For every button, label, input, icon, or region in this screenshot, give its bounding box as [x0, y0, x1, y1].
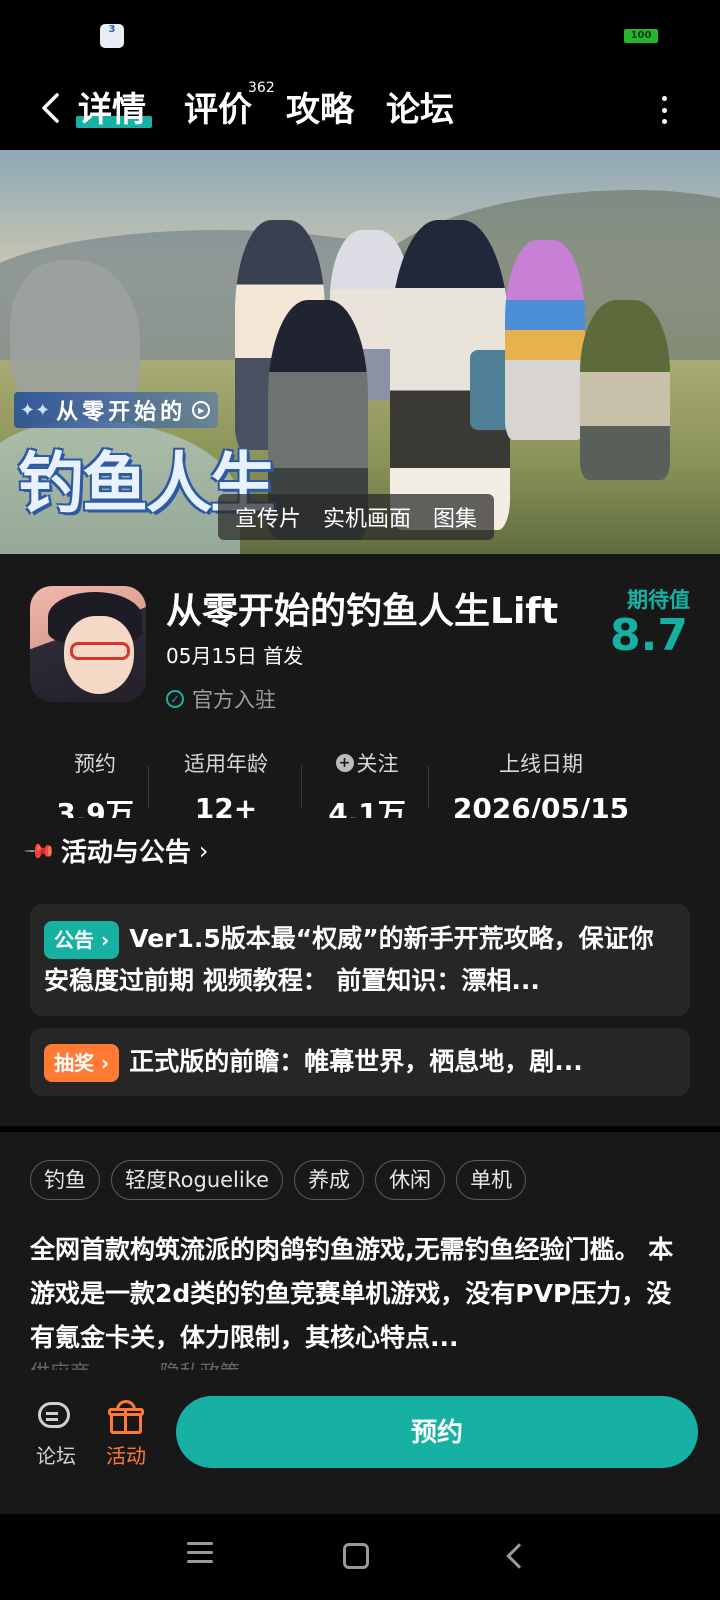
notification-app-icon: 3: [100, 24, 124, 48]
media-tab-trailer[interactable]: 宣传片: [224, 501, 312, 533]
gift-icon: [106, 1400, 146, 1436]
announcement-tag: 公告 ›: [44, 921, 120, 959]
game-title: 从零开始的钓鱼人生Lift: [166, 591, 559, 632]
recent-apps-icon[interactable]: [180, 1536, 220, 1576]
bottom-action-bar: 论坛 活动 预约: [0, 1370, 720, 1514]
media-tab-gameplay[interactable]: 实机画面: [312, 501, 422, 533]
status-bar: 3 100: [0, 0, 720, 70]
check-circle-icon: ✓: [166, 690, 184, 708]
expectation-score: 8.7: [610, 610, 688, 661]
stat-followers[interactable]: + 关注 4.1万: [312, 748, 422, 818]
sparkle-icon: ✦✦: [20, 399, 51, 421]
tab-forum[interactable]: 论坛: [386, 82, 454, 131]
tag-chip[interactable]: 钓鱼: [30, 1160, 100, 1200]
game-info-section: 从零开始的钓鱼人生Lift 05月15日 首发 ✓ 官方入驻 期待值 8.7 预…: [0, 554, 720, 1126]
tab-details[interactable]: 详情: [78, 82, 146, 131]
lottery-tag: 抽奖 ›: [44, 1044, 120, 1082]
chat-bubble-icon: [36, 1400, 76, 1436]
character-illustration: [505, 240, 585, 440]
tag-chip[interactable]: 养成: [294, 1160, 365, 1200]
game-app-icon: [30, 586, 146, 702]
tag-chip[interactable]: 轻度Roguelike: [111, 1160, 284, 1200]
announcement-text: Ver1.5版本最“权威”的新手开荒攻略，保证你安稳度过前期 视频教程： 前置知…: [44, 924, 654, 995]
pin-icon: 📌: [23, 833, 58, 868]
more-options-icon[interactable]: [654, 92, 674, 128]
activity-button[interactable]: 活动: [96, 1400, 156, 1469]
reserve-button[interactable]: 预约: [176, 1396, 698, 1468]
media-banner[interactable]: ✦✦ 从零开始的 ▶ 钓鱼人生 宣传片 实机画面 图集: [0, 150, 720, 554]
announcements-header[interactable]: 📌 活动与公告 ›: [23, 832, 209, 869]
lottery-text: 正式版的前瞻：帷幕世界，栖息地，剧...: [129, 1047, 583, 1076]
stat-launch-date: 上线日期 2026/05/15: [452, 752, 630, 818]
stat-age-rating: 适用年龄 12+: [184, 752, 268, 818]
tab-reviews[interactable]: 评价: [184, 82, 252, 131]
tab-guides[interactable]: 攻略: [286, 82, 354, 131]
system-navigation-bar: [0, 1514, 720, 1600]
tag-list: 钓鱼 轻度Roguelike 养成 休闲 单机: [30, 1160, 527, 1200]
tag-chip[interactable]: 休闲: [375, 1160, 446, 1200]
back-button[interactable]: [30, 88, 70, 128]
forum-button[interactable]: 论坛: [26, 1400, 86, 1469]
heart-plus-icon: +: [335, 754, 354, 772]
release-date-text: 05月15日 首发: [166, 644, 304, 668]
tag-chip[interactable]: 单机: [456, 1160, 527, 1200]
media-tab-gallery[interactable]: 图集: [422, 501, 488, 533]
reviews-count-badge: 362: [248, 80, 275, 96]
character-illustration: [580, 300, 670, 480]
game-logo-subtitle: ✦✦ 从零开始的 ▶: [14, 392, 219, 428]
game-description[interactable]: 全网首款构筑流派的肉鸽钓鱼游戏,无需钓鱼经验门槛。 本游戏是一款2d类的钓鱼竞赛…: [30, 1228, 695, 1360]
battery-indicator: 100: [624, 29, 658, 43]
system-back-icon[interactable]: [496, 1536, 536, 1576]
stat-reservations: 预约 3.9万: [56, 752, 134, 818]
media-tabs: 宣传片 实机画面 图集: [218, 494, 495, 540]
play-icon: ▶: [192, 401, 211, 419]
stats-row: 预约 3.9万 适用年龄 12+ + 关注 4.1万 上线日期 2026/05/1…: [0, 748, 720, 818]
announcement-card[interactable]: 公告 › Ver1.5版本最“权威”的新手开荒攻略，保证你安稳度过前期 视频教程：…: [30, 904, 690, 1016]
top-nav: 详情 评价 362 攻略 论坛: [0, 70, 720, 150]
official-badge[interactable]: ✓ 官方入驻: [166, 684, 276, 714]
lottery-card[interactable]: 抽奖 › 正式版的前瞻：帷幕世界，栖息地，剧...: [30, 1028, 690, 1096]
home-icon[interactable]: [336, 1536, 376, 1576]
back-arrow-icon: [42, 93, 59, 123]
chevron-right-icon: ›: [198, 836, 209, 865]
